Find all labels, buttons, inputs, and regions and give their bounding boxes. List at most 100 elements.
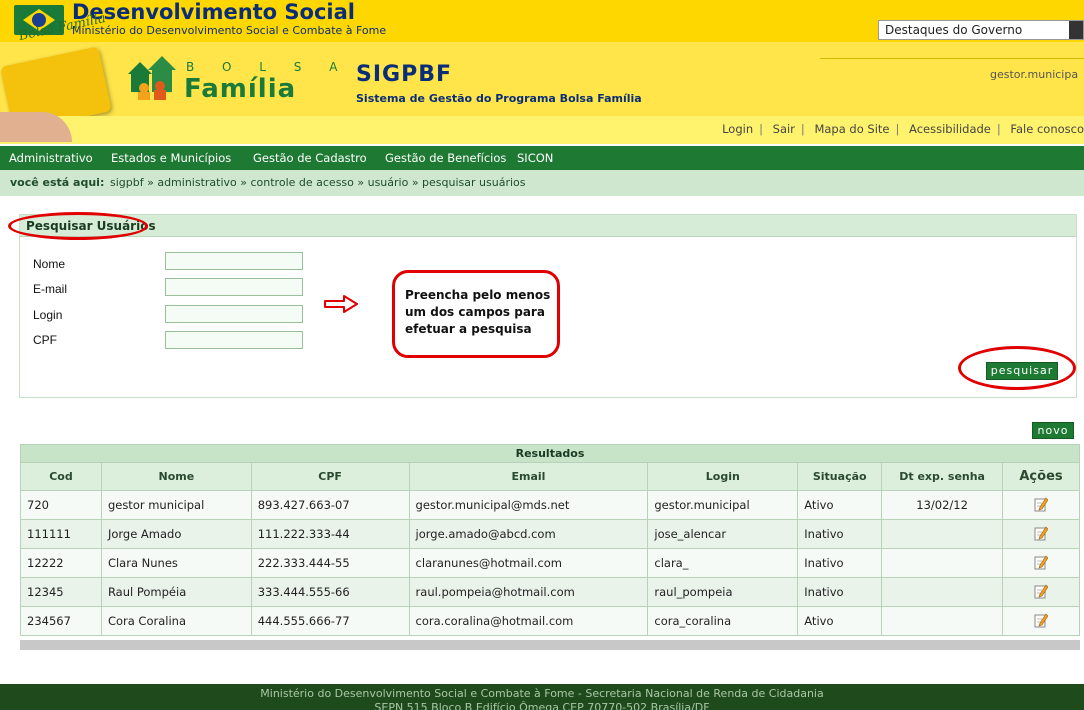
cell-email: cora.coralina@hotmail.com — [408, 606, 649, 636]
cell-email: claranunes@hotmail.com — [408, 548, 649, 578]
results-caption: Resultados — [20, 444, 1080, 463]
cell-acoes — [1002, 577, 1080, 607]
cpf-label: CPF — [33, 333, 57, 347]
col-header-situacao: Situação — [797, 462, 883, 491]
table-row: 720 gestor municipal 893.427.663-07 gestor.… — [20, 490, 1080, 520]
cell-situacao: Ativo — [797, 490, 883, 520]
col-header-email: Email — [408, 462, 649, 491]
houses-logo-icon — [128, 56, 176, 100]
hint-callout-text: Preencha pelo menos um dos campos para e… — [405, 288, 551, 336]
cell-cod: 234567 — [20, 606, 102, 636]
col-header-cod: Cod — [20, 462, 102, 491]
cell-nome: Clara Nunes — [100, 548, 252, 578]
government-bar: Desenvolvimento Social Ministério do Des… — [0, 0, 1084, 43]
cell-login: cora_coralina — [647, 606, 799, 636]
breadcrumb-label: você está aqui: — [10, 176, 105, 189]
cell-login: clara_ — [647, 548, 799, 578]
table-row: 12345 Raul Pompéia 333.444.555-66 raul.pomp… — [20, 577, 1080, 607]
email-field[interactable] — [165, 278, 303, 296]
menu-item-sicon[interactable]: SICON — [517, 151, 553, 165]
annotation-ellipse-title — [8, 212, 148, 240]
col-header-nome: Nome — [100, 462, 252, 491]
footer-line-1: Ministério do Desenvolvimento Social e C… — [260, 687, 824, 700]
destaques-select[interactable]: Destaques do Governo — [878, 20, 1084, 40]
login-field[interactable] — [165, 305, 303, 323]
cell-nome: gestor municipal — [100, 490, 252, 520]
col-header-acoes: Ações — [1002, 462, 1080, 491]
destaques-select-value: Destaques do Governo — [885, 23, 1023, 37]
cell-acoes — [1002, 490, 1080, 520]
cell-situacao: Ativo — [797, 606, 883, 636]
edit-icon[interactable] — [1034, 496, 1049, 512]
link-acessibilidade[interactable]: Acessibilidade — [909, 122, 991, 136]
cell-login: raul_pompeia — [647, 577, 799, 607]
search-panel-header: Pesquisar Usuários — [20, 215, 1076, 237]
banner-divider — [820, 58, 1084, 59]
chevron-down-icon[interactable] — [1069, 21, 1083, 39]
menu-item-gestao-beneficios[interactable]: Gestão de Benefícios — [385, 151, 506, 165]
ministry-title[interactable]: Desenvolvimento Social — [72, 0, 355, 24]
cell-cpf: 111.222.333-44 — [250, 519, 410, 549]
cell-cpf: 893.427.663-07 — [250, 490, 410, 520]
cell-situacao: Inativo — [797, 577, 883, 607]
edit-icon[interactable] — [1034, 583, 1049, 599]
cpf-field[interactable] — [165, 331, 303, 349]
cell-dt-exp-senha — [881, 577, 1004, 607]
cell-email: gestor.municipal@mds.net — [408, 490, 649, 520]
link-sair[interactable]: Sair — [773, 122, 795, 136]
nome-field[interactable] — [165, 252, 303, 270]
cell-nome: Raul Pompéia — [100, 577, 252, 607]
breadcrumb-path[interactable]: sigpbf » administrativo » controle de ac… — [110, 176, 526, 189]
cell-cod: 111111 — [20, 519, 102, 549]
email-label: E-mail — [33, 282, 68, 296]
cell-cod: 720 — [20, 490, 102, 520]
cell-situacao: Inativo — [797, 548, 883, 578]
annotation-ellipse-button — [958, 346, 1076, 390]
table-row: 111111 Jorge Amado 111.222.333-44 jorge.ama… — [20, 519, 1080, 549]
logo-familia-text: Família — [184, 74, 297, 104]
col-header-login: Login — [647, 462, 799, 491]
hint-callout: Preencha pelo menos um dos campos para e… — [392, 270, 560, 358]
edit-icon[interactable] — [1034, 612, 1049, 628]
page-footer: Ministério do Desenvolvimento Social e C… — [0, 684, 1084, 710]
login-label: Login — [33, 308, 63, 322]
cell-cod: 12222 — [20, 548, 102, 578]
cell-login: gestor.municipal — [647, 490, 799, 520]
link-mapa-do-site[interactable]: Mapa do Site — [814, 122, 889, 136]
link-fale-conosco[interactable]: Fale conosco — [1010, 122, 1084, 136]
logged-user: gestor.municipa — [990, 68, 1079, 81]
cell-dt-exp-senha — [881, 606, 1004, 636]
ministry-subtitle: Ministério do Desenvolvimento Social e C… — [72, 24, 387, 37]
cell-login: jose_alencar — [647, 519, 799, 549]
cell-nome: Jorge Amado — [100, 519, 252, 549]
top-links-bar: Login | Sair | Mapa do Site | Acessibilidad… — [0, 116, 1084, 144]
arrow-right-icon — [324, 295, 358, 313]
col-header-dt-exp-senha: Dt exp. senha — [881, 462, 1004, 491]
cell-dt-exp-senha — [881, 548, 1004, 578]
cell-dt-exp-senha — [881, 519, 1004, 549]
link-login[interactable]: Login — [722, 122, 753, 136]
cell-cpf: 444.555.666-77 — [250, 606, 410, 636]
main-menu: Administrativo Estados e Municípios Gest… — [0, 146, 1084, 170]
cell-cpf: 222.333.444-55 — [250, 548, 410, 578]
results-table: Resultados Cod Nome CPF Email Login Situ… — [20, 444, 1080, 636]
cell-situacao: Inativo — [797, 519, 883, 549]
cell-email: raul.pompeia@hotmail.com — [408, 577, 649, 607]
menu-item-gestao-cadastro[interactable]: Gestão de Cadastro — [253, 151, 367, 165]
nome-label: Nome — [33, 257, 66, 271]
logo-bolsa-text: B O L S A — [186, 60, 350, 74]
novo-button[interactable]: novo — [1032, 422, 1074, 439]
breadcrumb: você está aqui: sigpbf » administrativo … — [0, 170, 1084, 196]
edit-icon[interactable] — [1034, 525, 1049, 541]
system-title: SIGPBF — [356, 62, 453, 87]
menu-item-administrativo[interactable]: Administrativo — [9, 151, 93, 165]
system-subtitle: Sistema de Gestão do Programa Bolsa Famí… — [356, 92, 642, 105]
cell-acoes — [1002, 606, 1080, 636]
table-row: 12222 Clara Nunes 222.333.444-55 claranunes… — [20, 548, 1080, 578]
edit-icon[interactable] — [1034, 554, 1049, 570]
table-footer-bar — [20, 640, 1080, 650]
cell-acoes — [1002, 548, 1080, 578]
cell-dt-exp-senha: 13/02/12 — [881, 490, 1004, 520]
cell-acoes — [1002, 519, 1080, 549]
menu-item-estados-municipios[interactable]: Estados e Municípios — [111, 151, 231, 165]
